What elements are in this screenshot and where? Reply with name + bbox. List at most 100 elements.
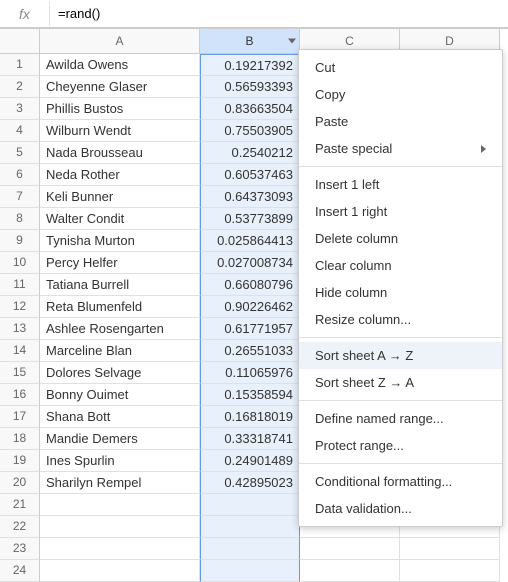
cell[interactable]: 0.19217392 — [200, 54, 300, 76]
menu-item[interactable]: Paste special — [299, 135, 502, 162]
menu-item[interactable]: Cut — [299, 54, 502, 81]
cell[interactable] — [400, 538, 500, 560]
row-header[interactable]: 13 — [0, 318, 40, 340]
row-header[interactable]: 23 — [0, 538, 40, 560]
column-header-b-label: B — [245, 34, 253, 48]
cell[interactable] — [400, 560, 500, 582]
cell[interactable] — [40, 560, 200, 582]
row-header[interactable]: 10 — [0, 252, 40, 274]
cell[interactable]: Keli Bunner — [40, 186, 200, 208]
menu-item[interactable]: Copy — [299, 81, 502, 108]
cell[interactable]: Dolores Selvage — [40, 362, 200, 384]
row-header[interactable]: 6 — [0, 164, 40, 186]
cell[interactable] — [300, 538, 400, 560]
row-header[interactable]: 17 — [0, 406, 40, 428]
cell[interactable]: Bonny Ouimet — [40, 384, 200, 406]
cell[interactable]: 0.26551033 — [200, 340, 300, 362]
cell[interactable]: 0.60537463 — [200, 164, 300, 186]
formula-input[interactable] — [50, 2, 508, 25]
row-header[interactable]: 14 — [0, 340, 40, 362]
row-header[interactable]: 15 — [0, 362, 40, 384]
cell[interactable] — [200, 494, 300, 516]
row-header[interactable]: 3 — [0, 98, 40, 120]
cell[interactable]: Percy Helfer — [40, 252, 200, 274]
row-header[interactable]: 12 — [0, 296, 40, 318]
menu-item[interactable]: Conditional formatting... — [299, 468, 502, 495]
cell[interactable] — [40, 494, 200, 516]
menu-item[interactable]: Insert 1 right — [299, 198, 502, 225]
row-header[interactable]: 16 — [0, 384, 40, 406]
menu-item[interactable]: Sort sheet A → Z — [299, 342, 502, 369]
cell[interactable] — [300, 560, 400, 582]
corner-cell[interactable] — [0, 29, 40, 54]
column-header-b[interactable]: B — [200, 29, 300, 54]
cell[interactable]: 0.24901489 — [200, 450, 300, 472]
row-header[interactable]: 1 — [0, 54, 40, 76]
cell[interactable]: 0.33318741 — [200, 428, 300, 450]
cell[interactable]: 0.16818019 — [200, 406, 300, 428]
menu-item[interactable]: Define named range... — [299, 405, 502, 432]
cell[interactable]: Ines Spurlin — [40, 450, 200, 472]
cell[interactable]: 0.15358594 — [200, 384, 300, 406]
menu-item[interactable]: Protect range... — [299, 432, 502, 459]
cell[interactable]: 0.83663504 — [200, 98, 300, 120]
cell[interactable] — [200, 538, 300, 560]
cell[interactable] — [40, 538, 200, 560]
menu-item-label: Cut — [315, 60, 335, 75]
menu-item[interactable]: Paste — [299, 108, 502, 135]
cell[interactable]: Neda Rother — [40, 164, 200, 186]
cell[interactable]: Shana Bott — [40, 406, 200, 428]
row-header[interactable]: 18 — [0, 428, 40, 450]
cell[interactable]: Sharilyn Rempel — [40, 472, 200, 494]
cell[interactable]: Mandie Demers — [40, 428, 200, 450]
cell[interactable]: Nada Brousseau — [40, 142, 200, 164]
menu-item[interactable]: Delete column — [299, 225, 502, 252]
menu-item[interactable]: Hide column — [299, 279, 502, 306]
cell[interactable]: 0.42895023 — [200, 472, 300, 494]
row-header[interactable]: 11 — [0, 274, 40, 296]
cell[interactable]: Tatiana Burrell — [40, 274, 200, 296]
cell[interactable]: Wilburn Wendt — [40, 120, 200, 142]
row-header[interactable]: 19 — [0, 450, 40, 472]
cell[interactable] — [200, 516, 300, 538]
cell[interactable]: Reta Blumenfeld — [40, 296, 200, 318]
cell[interactable] — [40, 516, 200, 538]
cell[interactable]: 0.61771957 — [200, 318, 300, 340]
cell[interactable]: 0.56593393 — [200, 76, 300, 98]
cell[interactable]: Walter Condit — [40, 208, 200, 230]
menu-item[interactable]: Sort sheet Z → A — [299, 369, 502, 396]
cell[interactable]: Ashlee Rosengarten — [40, 318, 200, 340]
menu-item-label: Insert 1 left — [315, 177, 379, 192]
cell[interactable]: 0.027008734 — [200, 252, 300, 274]
column-header-a[interactable]: A — [40, 29, 200, 54]
row-header[interactable]: 2 — [0, 76, 40, 98]
row-header[interactable]: 9 — [0, 230, 40, 252]
cell[interactable]: Cheyenne Glaser — [40, 76, 200, 98]
row-header[interactable]: 7 — [0, 186, 40, 208]
cell[interactable]: 0.66080796 — [200, 274, 300, 296]
cell[interactable]: 0.90226462 — [200, 296, 300, 318]
cell[interactable]: Marceline Blan — [40, 340, 200, 362]
cell[interactable]: Tynisha Murton — [40, 230, 200, 252]
chevron-down-icon[interactable] — [288, 39, 296, 44]
cell[interactable]: Awilda Owens — [40, 54, 200, 76]
cell[interactable]: 0.11065976 — [200, 362, 300, 384]
cell[interactable]: 0.53773899 — [200, 208, 300, 230]
cell[interactable]: 0.025864413 — [200, 230, 300, 252]
row-header[interactable]: 8 — [0, 208, 40, 230]
row-header[interactable]: 24 — [0, 560, 40, 582]
cell[interactable] — [200, 560, 300, 582]
row-header[interactable]: 20 — [0, 472, 40, 494]
row-header[interactable]: 5 — [0, 142, 40, 164]
menu-item[interactable]: Insert 1 left — [299, 171, 502, 198]
row-header[interactable]: 21 — [0, 494, 40, 516]
cell[interactable]: 0.64373093 — [200, 186, 300, 208]
cell[interactable]: 0.2540212 — [200, 142, 300, 164]
menu-item[interactable]: Resize column... — [299, 306, 502, 333]
menu-item[interactable]: Clear column — [299, 252, 502, 279]
row-header[interactable]: 22 — [0, 516, 40, 538]
menu-item[interactable]: Data validation... — [299, 495, 502, 522]
cell[interactable]: Phillis Bustos — [40, 98, 200, 120]
cell[interactable]: 0.75503905 — [200, 120, 300, 142]
row-header[interactable]: 4 — [0, 120, 40, 142]
